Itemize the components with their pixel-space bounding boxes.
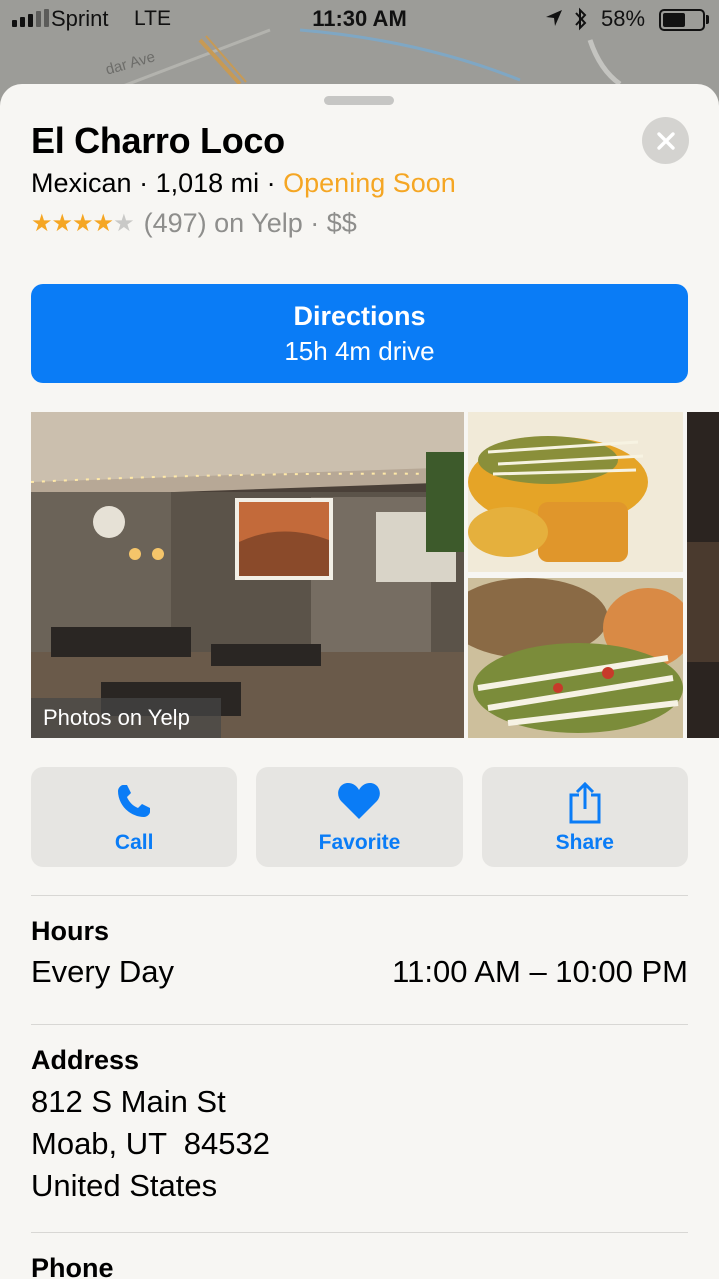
food-photo-1[interactable] xyxy=(468,412,683,572)
photo-partial[interactable] xyxy=(687,412,719,738)
separator-dot: · xyxy=(266,168,284,198)
battery-percentage: 58% xyxy=(601,6,646,31)
separator-dot: · xyxy=(139,168,156,198)
favorite-label: Favorite xyxy=(318,831,401,854)
food-photo-2[interactable] xyxy=(468,578,683,738)
review-source: on Yelp xyxy=(214,208,303,238)
divider xyxy=(31,1232,688,1233)
separator-dot: · xyxy=(302,208,327,238)
star-icon: ★ xyxy=(92,210,114,237)
place-card-sheet: El Charro Loco Mexican · 1,018 mi · Open… xyxy=(0,84,719,1279)
hours-title: Hours xyxy=(31,916,110,946)
place-category: Mexican xyxy=(31,168,132,198)
star-rating: ★ ★ ★ ★ ★ xyxy=(31,209,135,238)
star-icon: ★ xyxy=(51,210,73,237)
rating-row[interactable]: ★ ★ ★ ★ ★ (497) on Yelp · $$ xyxy=(31,208,357,239)
star-icon: ★ xyxy=(72,210,93,237)
star-icon: ★ xyxy=(113,210,134,237)
share-button[interactable]: Share xyxy=(481,767,688,867)
star-icon: ★ xyxy=(31,210,52,237)
photos-on-yelp-badge: Photos on Yelp xyxy=(31,698,221,738)
close-button[interactable] xyxy=(642,117,689,164)
directions-label: Directions xyxy=(293,301,426,331)
hours-days: Every Day xyxy=(31,954,174,989)
address-line-1[interactable]: 812 S Main St xyxy=(31,1084,226,1120)
bluetooth-icon xyxy=(575,7,587,31)
share-label: Share xyxy=(555,831,614,854)
place-subtitle: Mexican · 1,018 mi · Opening Soon xyxy=(31,168,456,199)
favorite-button[interactable]: Favorite xyxy=(256,767,463,867)
address-title: Address xyxy=(31,1045,140,1075)
close-icon xyxy=(656,131,675,150)
drive-duration: 15h 4m drive xyxy=(284,336,435,366)
directions-button[interactable]: Directions 15h 4m drive xyxy=(31,284,688,383)
place-distance: 1,018 mi xyxy=(155,168,260,198)
share-icon xyxy=(569,781,601,824)
food-photo-1-image xyxy=(468,412,683,572)
location-arrow-icon xyxy=(546,10,562,26)
restaurant-interior-photo[interactable]: Photos on Yelp xyxy=(31,412,464,738)
heart-icon xyxy=(338,783,381,819)
battery-nub xyxy=(706,15,709,24)
open-status: Opening Soon xyxy=(283,168,456,198)
divider xyxy=(31,895,688,896)
status-bar: Sprint LTE 11:30 AM 58% xyxy=(0,0,719,40)
food-photo-2-image xyxy=(468,578,683,738)
hours-time: 11:00 AM – 10:00 PM xyxy=(392,954,688,989)
photo-gallery[interactable]: Photos on Yelp xyxy=(31,412,719,738)
place-title: El Charro Loco xyxy=(31,120,285,161)
action-buttons: Call Favorite Share xyxy=(31,767,688,867)
address-line-3[interactable]: United States xyxy=(31,1168,217,1204)
price-level: $$ xyxy=(326,208,357,238)
interior-photo-image xyxy=(31,412,464,738)
battery-icon xyxy=(659,9,705,31)
review-count: (497) xyxy=(143,208,207,238)
phone-title: Phone xyxy=(31,1253,114,1279)
battery-fill xyxy=(663,13,686,27)
photo-partial-image xyxy=(687,412,719,738)
phone-icon xyxy=(118,785,151,817)
sheet-grabber-handle[interactable] xyxy=(324,96,394,105)
address-line-2[interactable]: Moab, UT 84532 xyxy=(31,1126,270,1162)
call-button[interactable]: Call xyxy=(31,767,238,867)
divider xyxy=(31,1024,688,1025)
call-label: Call xyxy=(114,831,154,854)
